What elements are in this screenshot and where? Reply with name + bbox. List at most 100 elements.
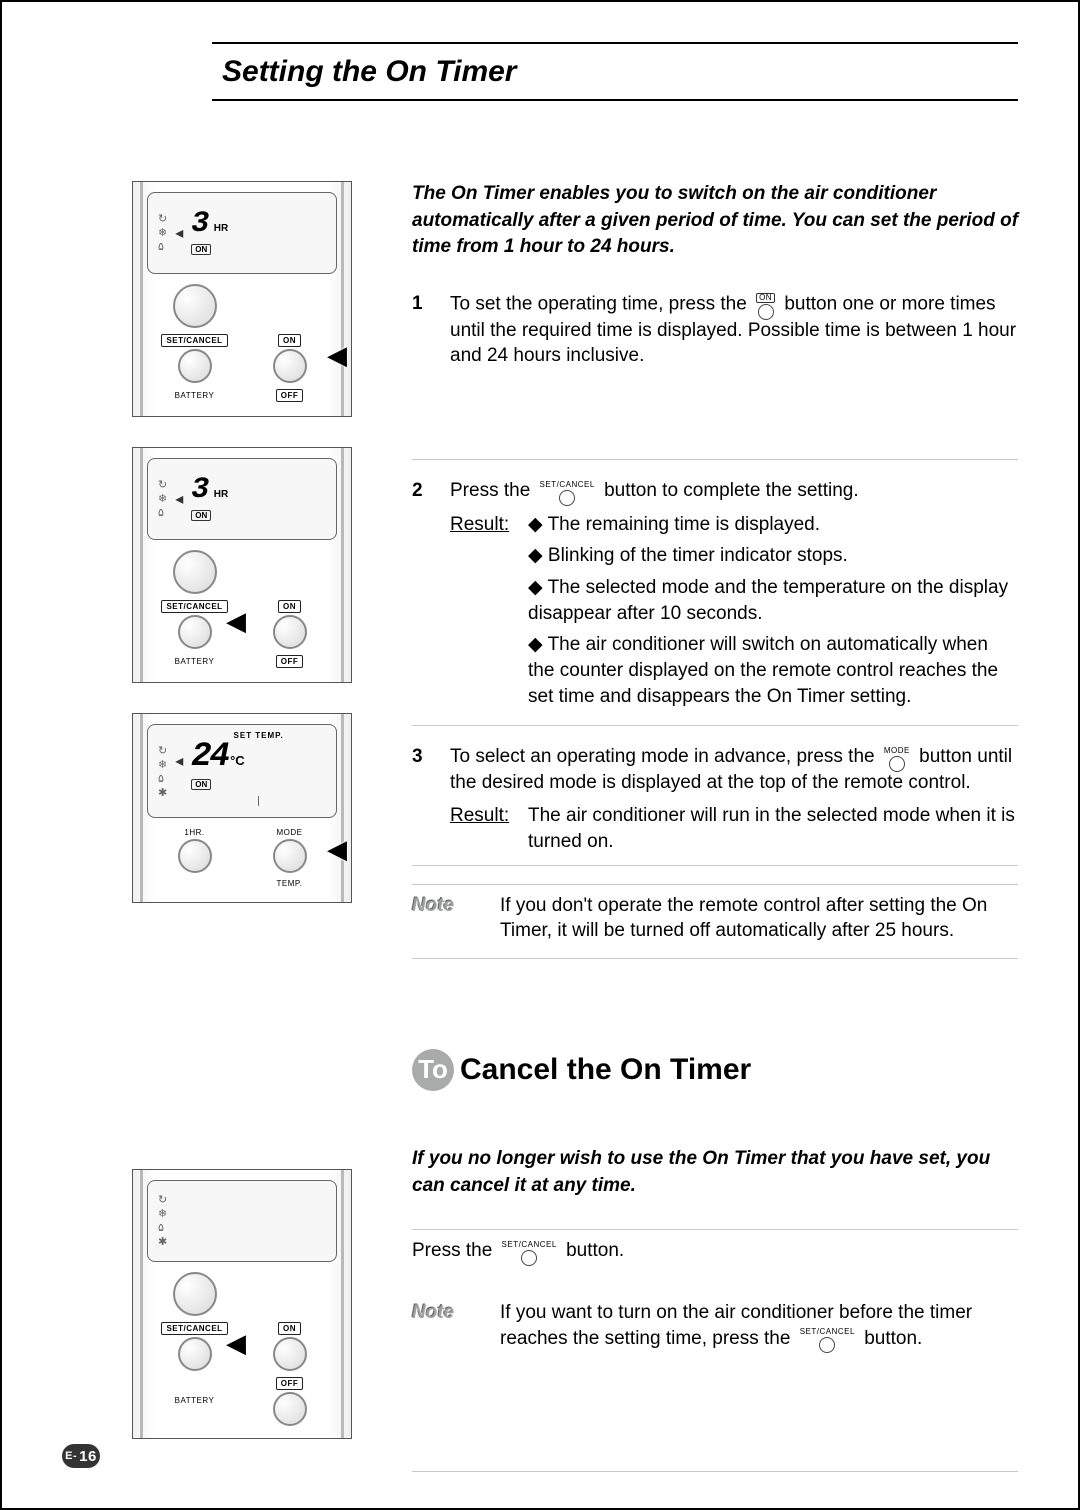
dry-icon: ۵ <box>158 1222 167 1234</box>
step-number: 3 <box>412 744 432 855</box>
off-label: OFF <box>276 389 304 402</box>
off-timer-button <box>273 1392 307 1426</box>
lcd-unit: HR <box>214 489 228 500</box>
setcancel-label: SET/CANCEL <box>161 334 227 347</box>
lcd-hours: 3 <box>191 473 207 507</box>
lcd-temp: 24 <box>191 738 228 776</box>
unlabeled-button <box>173 1272 217 1316</box>
lcd-unit: HR <box>214 223 228 234</box>
battery-label: BATTERY <box>175 657 215 666</box>
page-number: E- 16 <box>62 1444 100 1468</box>
on-label: ON <box>278 600 301 613</box>
pointer-icon: ◀ <box>327 340 347 371</box>
page-title: Setting the On Timer <box>222 55 516 89</box>
unlabeled-button <box>173 550 217 594</box>
remote-illustration-4: ↻ ❄ ۵ ✱ SET/CANCEL <box>132 1169 352 1439</box>
1hr-button <box>178 839 212 873</box>
cancel-text-a: Press the <box>412 1240 498 1261</box>
step-number: 2 <box>412 478 432 715</box>
note2-text-b: button. <box>864 1328 922 1349</box>
setcancel-label: SET/CANCEL <box>161 600 227 613</box>
remote-illustration-1: ↻ ❄ ۵ ◂ 3 HR ON <box>132 181 352 417</box>
cool-icon: ❄ <box>158 1208 167 1220</box>
unlabeled-button <box>173 284 217 328</box>
step1-text-a: To set the operating time, press the <box>450 293 752 314</box>
auto-icon: ↻ <box>158 479 167 491</box>
note-label: Note <box>412 1300 482 1351</box>
1hr-label: 1HR. <box>184 828 204 837</box>
result-label: Result: <box>450 803 510 854</box>
illustration-column: ↻ ❄ ۵ ◂ 3 HR ON <box>62 181 382 959</box>
instruction-column: The On Timer enables you to switch on th… <box>382 181 1018 959</box>
off-label: OFF <box>276 655 304 668</box>
remote-illustration-2: ↻ ❄ ۵ ◂ 3 HR ON <box>132 447 352 683</box>
lcd-hours: 3 <box>191 207 207 241</box>
auto-icon: ↻ <box>158 1194 167 1206</box>
page-number-prefix: E- <box>65 1450 77 1462</box>
setcancel-button <box>178 349 212 383</box>
setcancel-button <box>178 615 212 649</box>
bullet-item: The selected mode and the temperature on… <box>528 575 1018 626</box>
battery-label: BATTERY <box>175 391 215 400</box>
auto-icon: ↻ <box>158 213 167 225</box>
inline-setcancel-button: SET/CANCEL <box>502 1241 557 1266</box>
pointer-icon: ◀ <box>327 834 347 865</box>
intro2-paragraph: If you no longer wish to use the On Time… <box>412 1146 1018 1199</box>
cool-icon: ❄ <box>158 493 167 505</box>
bullet-item: Blinking of the timer indicator stops. <box>528 543 1018 569</box>
arrow-left-icon: ◂ <box>175 751 183 771</box>
battery-label: BATTERY <box>175 1396 215 1405</box>
intro-paragraph: The On Timer enables you to switch on th… <box>412 181 1018 261</box>
lcd-on-badge: ON <box>191 779 211 790</box>
setcancel-button <box>178 1337 212 1371</box>
page-number-value: 16 <box>79 1448 97 1465</box>
mode-icon-stack: ↻ ❄ ۵ <box>158 213 167 253</box>
pointer-icon: ◀ <box>226 1328 246 1359</box>
fan-icon: ✱ <box>158 787 167 799</box>
arrow-left-icon: ◂ <box>175 489 183 509</box>
result-bullets: The remaining time is displayed. Blinkin… <box>528 512 1018 709</box>
result-text: The air conditioner will run in the sele… <box>528 803 1018 854</box>
inline-mode-button: MODE <box>884 747 910 772</box>
step2-text-b: button to complete the setting. <box>604 480 859 501</box>
inline-setcancel-button: SET/CANCEL <box>800 1328 855 1353</box>
auto-icon: ↻ <box>158 745 167 757</box>
remote-illustration-3: ↻ ❄ ۵ ✱ ◂ SET TEMP. 24°C ON <box>132 713 352 903</box>
sub-heading: To Cancel the On Timer <box>412 1049 1018 1091</box>
title-bar: Setting the On Timer <box>212 42 1018 101</box>
on-timer-button <box>273 1337 307 1371</box>
mode-label: MODE <box>277 828 303 837</box>
off-label: OFF <box>276 1377 304 1390</box>
step2-text-a: Press the <box>450 480 536 501</box>
note-body: If you don't operate the remote control … <box>500 893 1018 944</box>
sub-heading-lead: To <box>412 1049 454 1091</box>
cool-icon: ❄ <box>158 227 167 239</box>
on-timer-button <box>273 615 307 649</box>
lcd-on-badge: ON <box>191 510 211 521</box>
divider <box>258 796 260 806</box>
bullet-item: The remaining time is displayed. <box>528 512 1018 538</box>
on-timer-button <box>273 349 307 383</box>
note-label: Note <box>412 893 482 944</box>
cancel-text-b: button. <box>566 1240 624 1261</box>
pointer-icon: ◀ <box>226 606 246 637</box>
dry-icon: ۵ <box>158 241 167 253</box>
lcd-temp-unit: °C <box>230 753 245 768</box>
inline-setcancel-button: SET/CANCEL <box>540 481 595 506</box>
result-label: Result: <box>450 512 510 715</box>
sub-heading-rest: Cancel the On Timer <box>460 1050 751 1091</box>
bullet-item: The air conditioner will switch on autom… <box>528 632 1018 709</box>
step3-text-a: To select an operating mode in advance, … <box>450 746 880 767</box>
temp-label: TEMP. <box>277 879 303 888</box>
dry-icon: ۵ <box>158 507 167 519</box>
on-label: ON <box>278 1322 301 1335</box>
setcancel-label: SET/CANCEL <box>161 1322 227 1335</box>
dry-icon: ۵ <box>158 773 167 785</box>
inline-on-button: ON <box>756 293 775 320</box>
lcd-on-badge: ON <box>191 244 211 255</box>
mode-button <box>273 839 307 873</box>
step-number: 1 <box>412 291 432 369</box>
arrow-left-icon: ◂ <box>175 223 183 243</box>
cool-icon: ❄ <box>158 759 167 771</box>
on-label: ON <box>278 334 301 347</box>
